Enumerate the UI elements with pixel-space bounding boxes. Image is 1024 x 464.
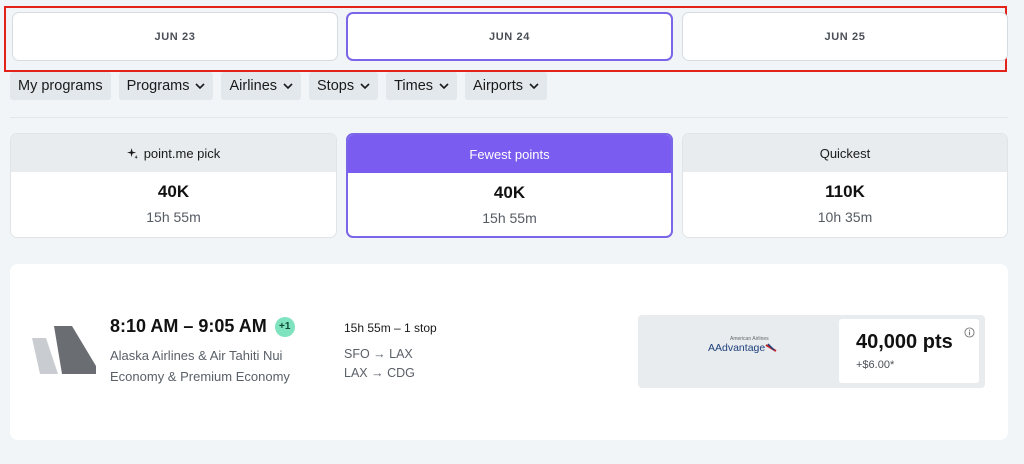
filter-bar: My programs Programs Airlines Stops Time…: [10, 72, 548, 100]
info-icon[interactable]: [964, 327, 975, 338]
flight-result-card: 8:10 AM – 9:05 AM +1 Alaska Airlines & A…: [10, 264, 1008, 440]
sort-card-points: 40K: [157, 182, 190, 201]
sort-card-label: Quickest: [819, 145, 871, 161]
sort-card-pointme-pick[interactable]: point.me pick 40K 15h 55m: [10, 133, 337, 238]
airline-names: Alaska Airlines & Air Tahiti Nui: [110, 348, 283, 363]
chevron-down-icon: [195, 83, 206, 90]
sort-card-duration: 10h 35m: [817, 209, 873, 225]
programs-filter[interactable]: Programs: [118, 72, 214, 100]
flight-time-row: 8:10 AM – 9:05 AM +1: [110, 316, 295, 337]
airports-label: Airports: [473, 78, 524, 94]
sparkle-icon: [126, 147, 138, 159]
sort-card-quickest[interactable]: Quickest 110K 10h 35m: [682, 133, 1008, 238]
flight-times: 8:10 AM – 9:05 AM: [110, 316, 267, 336]
date-tab-jun-23[interactable]: JUN 23: [12, 12, 338, 61]
sort-card-header: point.me pick: [11, 134, 336, 172]
divider: [10, 117, 1008, 118]
airports-filter[interactable]: Airports: [465, 72, 548, 100]
airlines-filter[interactable]: Airlines: [221, 72, 302, 100]
sort-card-duration: 15h 55m: [146, 209, 201, 225]
duration-stops: 15h 55m – 1 stop: [344, 321, 437, 335]
date-tab-jun-24[interactable]: JUN 24: [346, 12, 673, 61]
price-box: 40,000 pts +$6.00*: [839, 319, 979, 383]
cabin-class: Economy & Premium Economy: [110, 369, 290, 384]
day-offset-badge: +1: [274, 316, 295, 337]
points-price: 40,000 pts: [856, 331, 953, 353]
sort-card-fewest-points[interactable]: Fewest points 40K 15h 55m: [346, 133, 673, 238]
times-filter[interactable]: Times: [386, 72, 458, 100]
sort-card-points: 40K: [493, 183, 526, 202]
date-selector-strip: JUN 23 JUN 24 JUN 25: [4, 6, 1008, 72]
aa-eagle-icon: [765, 343, 777, 352]
sort-card-header: Quickest: [683, 134, 1007, 172]
my-programs-filter[interactable]: My programs: [10, 72, 111, 100]
segment-route: LAX → CDG: [344, 366, 415, 380]
award-offer[interactable]: American Airlines AAdvantage 40,000 pts …: [638, 315, 985, 388]
cash-fee: +$6.00*: [856, 359, 895, 371]
programs-label: Programs: [126, 78, 190, 94]
sort-card-header: Fewest points: [348, 135, 671, 173]
airline-tail-icon: [32, 326, 96, 374]
stops-filter[interactable]: Stops: [309, 72, 379, 100]
chevron-down-icon: [360, 83, 370, 90]
my-programs-label: My programs: [18, 78, 103, 94]
sort-card-points: 110K: [825, 182, 865, 201]
sort-card-label: Fewest points: [469, 146, 550, 162]
sort-card-label: point.me pick: [143, 145, 221, 161]
segment-route: SFO → LAX: [344, 347, 413, 361]
program-name: AAdvantage: [708, 342, 766, 354]
aadvantage-logo: American Airlines AAdvantage: [708, 336, 777, 354]
times-label: Times: [394, 78, 434, 94]
airlines-label: Airlines: [229, 78, 278, 94]
date-tab-jun-25[interactable]: JUN 25: [682, 12, 1008, 61]
chevron-down-icon: [439, 83, 449, 90]
stops-label: Stops: [317, 78, 355, 94]
chevron-down-icon: [529, 83, 539, 90]
sort-card-duration: 15h 55m: [482, 210, 537, 226]
aa-small-text: American Airlines: [730, 336, 769, 342]
chevron-down-icon: [283, 83, 293, 90]
